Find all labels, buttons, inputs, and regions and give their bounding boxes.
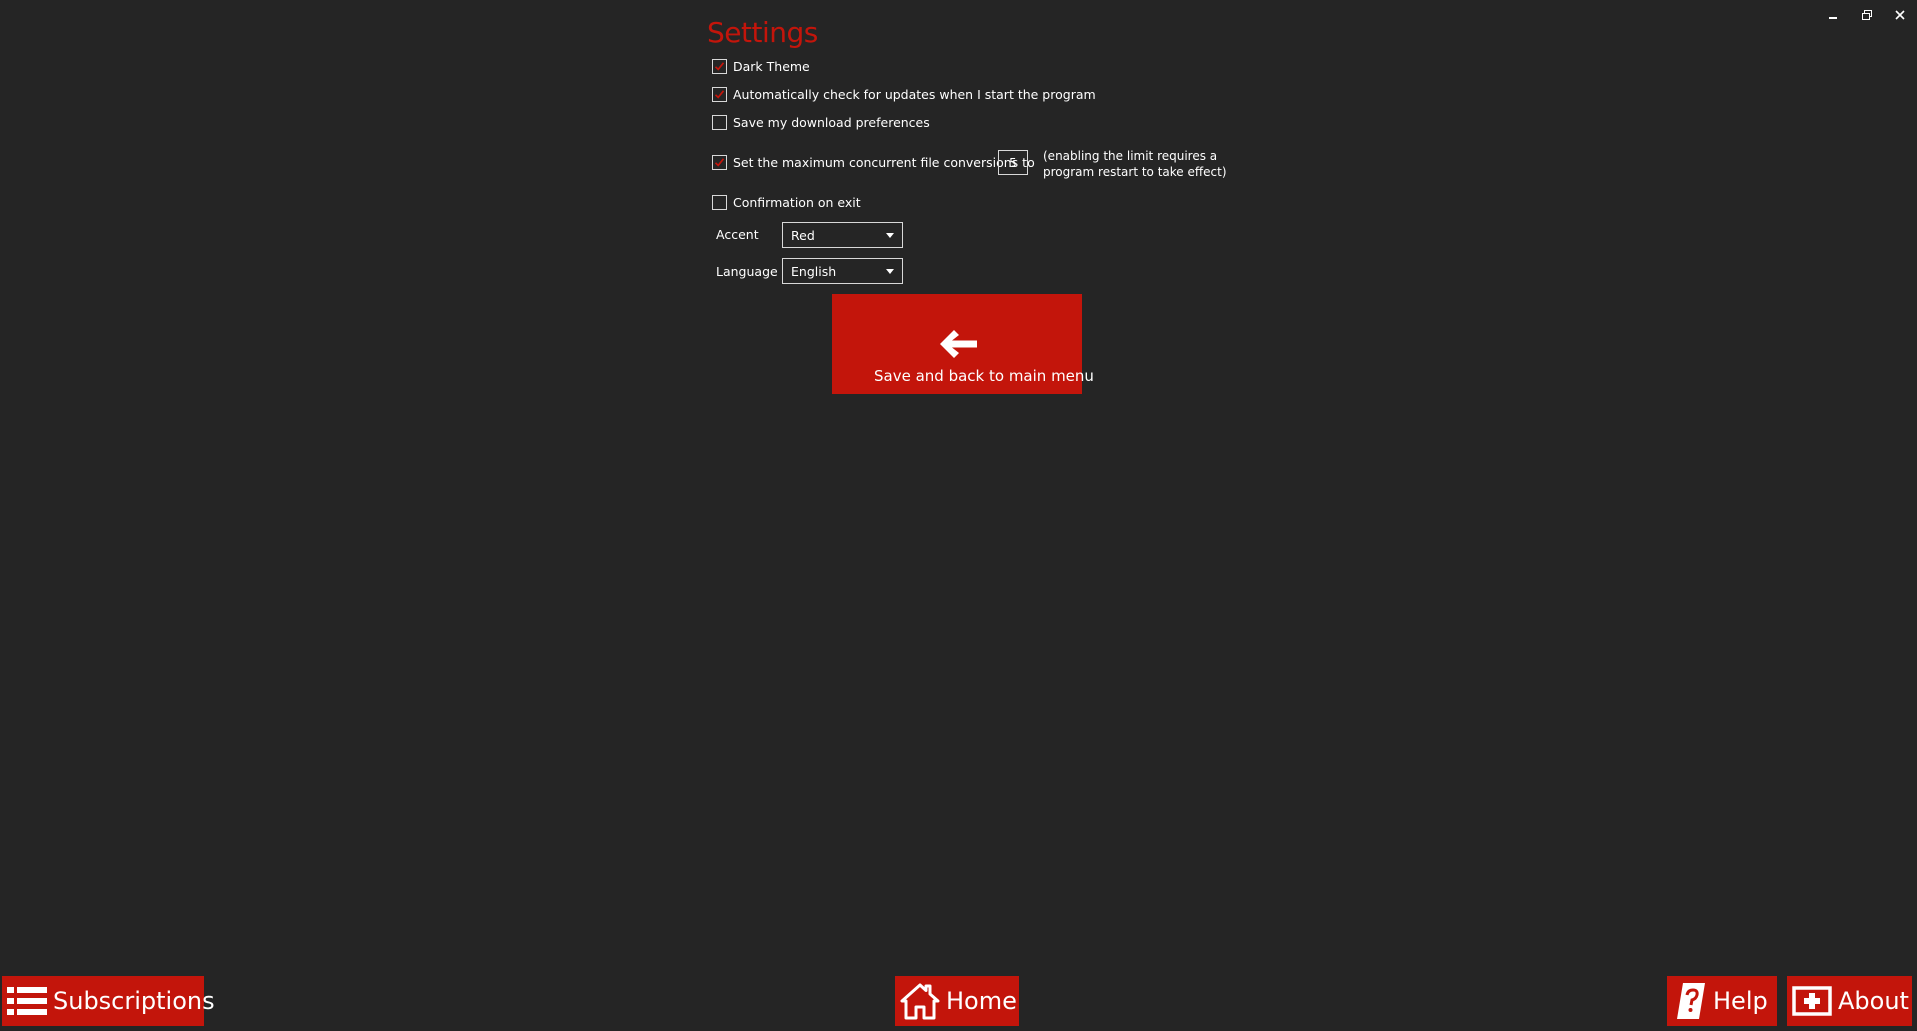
save-preferences-option[interactable]: Save my download preferences bbox=[712, 115, 930, 130]
settings-window: Settings Dark Theme Automatically check … bbox=[0, 0, 1917, 1031]
help-book-icon bbox=[1675, 981, 1707, 1021]
page-title: Settings bbox=[707, 16, 818, 49]
save-and-back-button[interactable]: Save and back to main menu bbox=[832, 294, 1094, 394]
confirm-exit-option[interactable]: Confirmation on exit bbox=[712, 195, 861, 210]
save-preferences-checkbox[interactable] bbox=[712, 115, 727, 130]
note-line-1: (enabling the limit requires a bbox=[1043, 149, 1218, 163]
accent-value: Red bbox=[791, 227, 815, 243]
restore-button[interactable] bbox=[1855, 6, 1879, 24]
max-conversions-option[interactable]: Set the maximum concurrent file conversi… bbox=[712, 155, 1035, 170]
max-conversions-label: Set the maximum concurrent file conversi… bbox=[733, 155, 1035, 170]
note-line-2: program restart to take effect) bbox=[1043, 165, 1227, 179]
info-plus-icon bbox=[1792, 985, 1832, 1017]
max-conversions-note: (enabling the limit requires a program r… bbox=[1043, 148, 1243, 180]
subscriptions-label: Subscriptions bbox=[53, 987, 215, 1015]
language-label: Language bbox=[716, 264, 778, 279]
checkmark-icon bbox=[714, 90, 725, 99]
auto-update-checkbox[interactable] bbox=[712, 87, 727, 102]
help-label: Help bbox=[1713, 987, 1768, 1015]
home-label: Home bbox=[946, 987, 1017, 1015]
dropdown-caret-icon bbox=[886, 233, 894, 238]
max-conversions-input[interactable]: 5 bbox=[998, 150, 1028, 175]
max-conversions-checkbox[interactable] bbox=[712, 155, 727, 170]
language-select[interactable]: English bbox=[782, 258, 903, 284]
help-button[interactable]: Help bbox=[1667, 976, 1777, 1026]
home-icon bbox=[900, 982, 940, 1020]
close-button[interactable] bbox=[1888, 6, 1912, 24]
confirm-exit-checkbox[interactable] bbox=[712, 195, 727, 210]
minimize-icon bbox=[1829, 17, 1837, 19]
about-label: About bbox=[1838, 987, 1909, 1015]
confirm-exit-label: Confirmation on exit bbox=[733, 195, 861, 210]
dark-theme-option[interactable]: Dark Theme bbox=[712, 59, 810, 74]
auto-update-option[interactable]: Automatically check for updates when I s… bbox=[712, 87, 1096, 102]
dropdown-caret-icon bbox=[886, 269, 894, 274]
auto-update-label: Automatically check for updates when I s… bbox=[733, 87, 1096, 102]
restore-icon bbox=[1862, 10, 1872, 20]
dark-theme-label: Dark Theme bbox=[733, 59, 810, 74]
save-preferences-label: Save my download preferences bbox=[733, 115, 930, 130]
accent-label: Accent bbox=[716, 227, 759, 242]
home-button[interactable]: Home bbox=[895, 976, 1019, 1026]
arrow-left-icon bbox=[940, 330, 977, 358]
minimize-button[interactable] bbox=[1821, 6, 1845, 24]
list-icon bbox=[7, 985, 47, 1017]
save-and-back-label: Save and back to main menu bbox=[874, 367, 1094, 385]
accent-select[interactable]: Red bbox=[782, 222, 903, 248]
close-icon bbox=[1895, 10, 1905, 20]
language-value: English bbox=[791, 263, 837, 279]
checkmark-icon bbox=[714, 62, 725, 71]
about-button[interactable]: About bbox=[1787, 976, 1912, 1026]
dark-theme-checkbox[interactable] bbox=[712, 59, 727, 74]
subscriptions-button[interactable]: Subscriptions bbox=[2, 976, 215, 1026]
checkmark-icon bbox=[714, 158, 725, 167]
